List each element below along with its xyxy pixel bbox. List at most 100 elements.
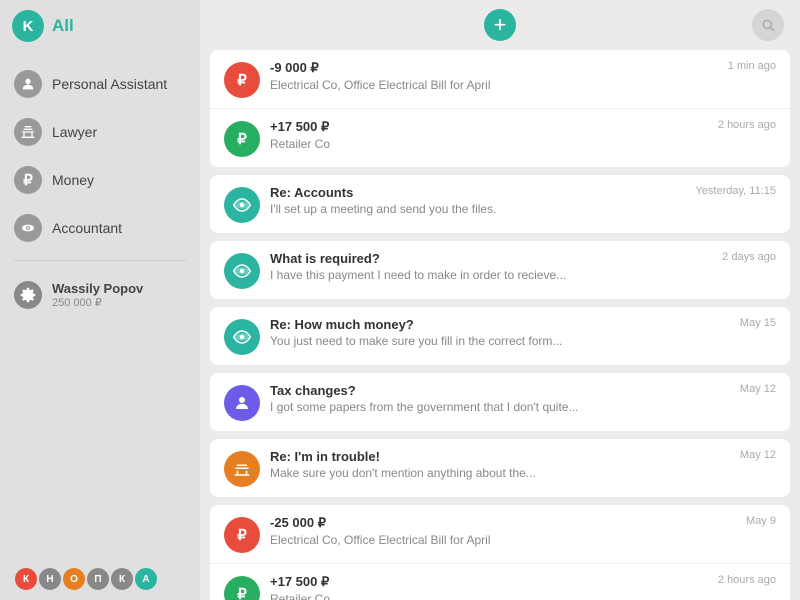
message-title: Re: Accounts [270,185,353,200]
message-content: -25 000 ₽ May 9 Electrical Co, Office El… [270,515,776,547]
sidebar-item-personal-assistant[interactable]: Personal Assistant [0,60,200,108]
message-item[interactable]: Re: Accounts Yesterday, 11:15 I'll set u… [210,175,790,233]
gear-icon [14,281,42,309]
message-top: Re: How much money? May 15 [270,317,776,332]
message-preview: Retailer Co [270,137,776,151]
message-preview: I have this payment I need to make in or… [270,268,776,282]
message-title: What is required? [270,251,380,266]
message-avatar: ₽ [224,121,260,157]
knopka-o: О [63,568,85,590]
person-icon [14,70,42,98]
message-top: What is required? 2 days ago [270,251,776,266]
user-info: Wassily Popov 250 000 ₽ [52,281,143,309]
message-avatar: ₽ [224,517,260,553]
knopka-k2: К [111,568,133,590]
user-name: Wassily Popov [52,281,143,296]
sidebar-user[interactable]: Wassily Popov 250 000 ₽ [0,269,200,321]
sidebar-header: K All [0,0,200,52]
sidebar-item-money[interactable]: ₽ Money [0,156,200,204]
main-header: + [200,0,800,50]
message-preview: Electrical Co, Office Electrical Bill fo… [270,533,776,547]
message-group: Re: Accounts Yesterday, 11:15 I'll set u… [210,175,790,233]
message-preview: I got some papers from the government th… [270,400,776,414]
message-item[interactable]: Tax changes? May 12 I got some papers fr… [210,373,790,431]
message-time: 1 min ago [728,60,776,72]
message-top: Re: Accounts Yesterday, 11:15 [270,185,776,200]
message-content: Re: Accounts Yesterday, 11:15 I'll set u… [270,185,776,216]
message-preview: Electrical Co, Office Electrical Bill fo… [270,78,776,92]
all-label[interactable]: All [52,16,74,36]
message-title: Re: I'm in trouble! [270,449,380,464]
message-top: +17 500 ₽ 2 hours ago [270,574,776,590]
message-content: -9 000 ₽ 1 min ago Electrical Co, Office… [270,60,776,92]
message-time: 2 hours ago [718,574,776,586]
eye-icon [14,214,42,242]
message-item[interactable]: Re: I'm in trouble! May 12 Make sure you… [210,439,790,497]
message-time: May 12 [740,383,776,395]
user-balance: 250 000 ₽ [52,296,143,309]
message-preview: Retailer Co [270,592,776,600]
message-item[interactable]: ₽ -9 000 ₽ 1 min ago Electrical Co, Offi… [210,50,790,109]
message-item[interactable]: ₽ -25 000 ₽ May 9 Electrical Co, Office … [210,505,790,564]
message-item[interactable]: ₽ +17 500 ₽ 2 hours ago Retailer Co [210,109,790,167]
message-group: Re: I'm in trouble! May 12 Make sure you… [210,439,790,497]
ruble-icon: ₽ [14,166,42,194]
knopka-a: А [135,568,157,590]
message-group: Tax changes? May 12 I got some papers fr… [210,373,790,431]
message-avatar: ₽ [224,576,260,600]
message-preview: Make sure you don't mention anything abo… [270,466,776,480]
sidebar-item-label: Money [52,172,94,188]
message-preview: I'll set up a meeting and send you the f… [270,202,776,216]
message-title: -9 000 ₽ [270,60,319,76]
sidebar-item-label: Personal Assistant [52,76,167,92]
message-content: +17 500 ₽ 2 hours ago Retailer Co [270,574,776,600]
message-avatar [224,319,260,355]
message-time: Yesterday, 11:15 [695,185,776,197]
message-avatar [224,451,260,487]
message-item[interactable]: ₽ +17 500 ₽ 2 hours ago Retailer Co [210,564,790,600]
message-title: Tax changes? [270,383,356,398]
message-title: Re: How much money? [270,317,414,332]
knopka-logo: К Н О П К А [14,568,158,590]
lawyer-icon [14,118,42,146]
sidebar-item-lawyer[interactable]: Lawyer [0,108,200,156]
sidebar-item-accountant[interactable]: Accountant [0,204,200,252]
knopka-p: П [87,568,109,590]
message-time: May 12 [740,449,776,461]
message-top: Re: I'm in trouble! May 12 [270,449,776,464]
search-button[interactable] [752,9,784,41]
message-content: Re: How much money? May 15 You just need… [270,317,776,348]
sidebar-nav: Personal Assistant Lawyer ₽ Money Accoun… [0,52,200,558]
message-top: +17 500 ₽ 2 hours ago [270,119,776,135]
message-content: Tax changes? May 12 I got some papers fr… [270,383,776,414]
sidebar-footer: К Н О П К А [0,558,200,600]
message-avatar [224,253,260,289]
message-time: May 15 [740,317,776,329]
message-item[interactable]: What is required? 2 days ago I have this… [210,241,790,299]
main-content: + ₽ -9 000 ₽ 1 min ago Electrical Co, Of… [200,0,800,600]
message-item[interactable]: Re: How much money? May 15 You just need… [210,307,790,365]
sidebar-item-label: Lawyer [52,124,97,140]
message-preview: You just need to make sure you fill in t… [270,334,776,348]
message-title: -25 000 ₽ [270,515,326,531]
message-content: Re: I'm in trouble! May 12 Make sure you… [270,449,776,480]
message-content: What is required? 2 days ago I have this… [270,251,776,282]
message-avatar [224,187,260,223]
sidebar-item-label: Accountant [52,220,122,236]
sidebar: K All Personal Assistant Lawyer ₽ Money [0,0,200,600]
message-top: Tax changes? May 12 [270,383,776,398]
message-title: +17 500 ₽ [270,574,329,590]
message-title: +17 500 ₽ [270,119,329,135]
message-avatar [224,385,260,421]
message-time: 2 days ago [722,251,776,263]
message-group: ₽ -9 000 ₽ 1 min ago Electrical Co, Offi… [210,50,790,167]
message-time: 2 hours ago [718,119,776,131]
add-button[interactable]: + [484,9,516,41]
knopka-n: Н [39,568,61,590]
message-group: Re: How much money? May 15 You just need… [210,307,790,365]
sidebar-divider [14,260,186,261]
message-avatar: ₽ [224,62,260,98]
message-group: What is required? 2 days ago I have this… [210,241,790,299]
message-top: -9 000 ₽ 1 min ago [270,60,776,76]
message-time: May 9 [746,515,776,527]
